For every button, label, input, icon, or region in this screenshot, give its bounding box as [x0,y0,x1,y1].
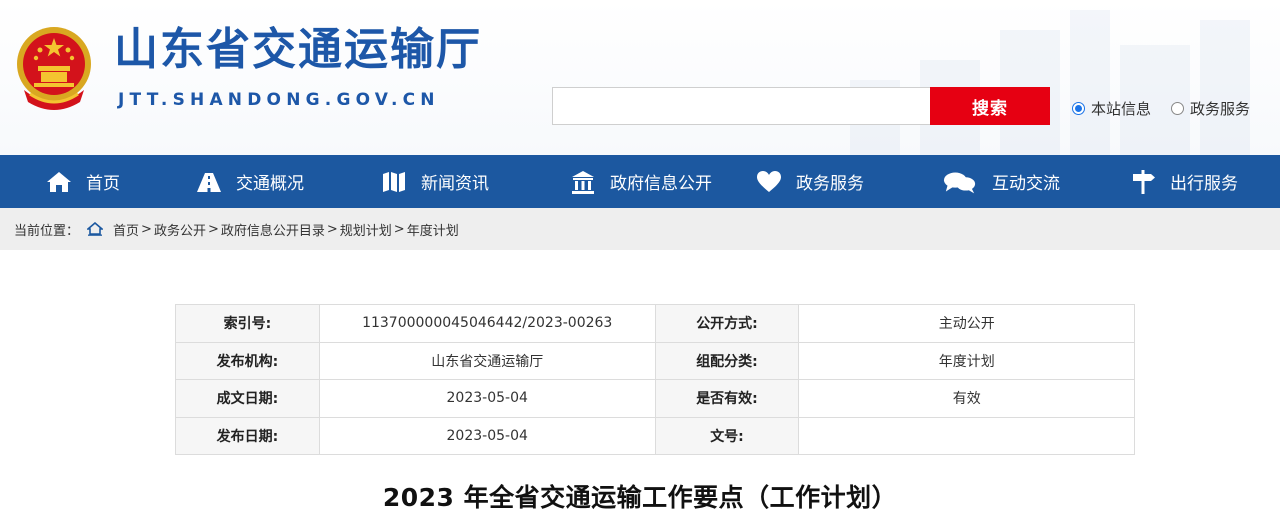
nav-item-home[interactable]: 首页 [46,155,120,208]
nav-label: 新闻资讯 [421,174,489,194]
breadcrumb-separator: > [141,221,152,237]
breadcrumb-separator: > [393,221,405,237]
document-number-label: 文号: [654,416,800,455]
site-header: 山东省交通运输厅 JTT.SHANDONG.GOV.CN 搜索 本站信息 政务服… [0,0,1280,155]
table-row: 成文日期: 2023-05-04 是否有效: 有效 [175,379,1135,418]
nav-label: 政府信息公开 [610,174,712,194]
document-title: 2023 年全省交通运输工作要点（工作计划） [382,483,898,512]
nav-label: 出行服务 [1170,174,1238,194]
category-value: 年度计划 [798,341,1135,380]
disclosure-method-value: 主动公开 [798,304,1135,343]
signpost-icon [1130,169,1156,195]
map-icon [381,169,407,195]
national-emblem-icon [17,27,91,110]
nav-item-travel[interactable]: 出行服务 [1130,155,1238,208]
nav-label: 首页 [86,174,120,194]
home-icon [46,169,72,195]
search-scope-group: 本站信息 政务服务 [1072,98,1250,119]
breadcrumb-item-planning[interactable]: 规划计划 [340,220,392,239]
scope-radio-services[interactable]: 政务服务 [1171,98,1250,119]
table-row: 发布机构: 山东省交通运输厅 组配分类: 年度计划 [175,341,1135,380]
written-date-value: 2023-05-04 [318,379,656,418]
nav-item-traffic-overview[interactable]: 交通概况 [196,155,304,208]
index-number-label: 索引号: [175,304,320,343]
breadcrumb-item-gov-affairs[interactable]: 政务公开 [154,220,206,239]
nav-item-gov-info[interactable]: 政府信息公开 [570,155,712,208]
heart-icon [756,169,782,195]
breadcrumb-item-home[interactable]: 首页 [113,220,139,239]
chat-bubbles-icon [942,169,978,195]
publish-date-label: 发布日期: [175,416,320,455]
index-number-value: 11370000004504644​2/2023-00263 [318,304,656,343]
nav-item-interaction[interactable]: 互动交流 [942,155,1060,208]
breadcrumb-item-info-catalog[interactable]: 政府信息公开目录 [221,220,325,239]
scope-radio-site[interactable]: 本站信息 [1072,98,1151,119]
government-building-icon [570,169,596,195]
breadcrumb-separator: > [207,221,219,237]
written-date-label: 成文日期: [175,379,320,418]
site-title[interactable]: 山东省交通运输厅 [114,28,482,72]
nav-item-gov-services[interactable]: 政务服务 [756,155,864,208]
radio-unchecked-icon[interactable] [1171,102,1185,115]
validity-value: 有效 [798,379,1135,418]
scope-radio-services-label: 政务服务 [1190,100,1251,118]
home-icon[interactable] [87,222,104,236]
table-row: 发布日期: 2023-05-04 文号: [175,416,1135,455]
search-button[interactable]: 搜索 [930,87,1050,125]
radio-checked-icon[interactable] [1072,102,1085,115]
site-domain: JTT.SHANDONG.GOV.CN [118,90,440,110]
scope-radio-site-label: 本站信息 [1091,100,1152,118]
nav-label: 交通概况 [236,174,304,194]
header-decoration [850,10,1250,155]
validity-label: 是否有效: [654,379,800,418]
disclosure-method-label: 公开方式: [654,304,800,343]
road-icon [196,169,222,195]
nav-label: 互动交流 [992,174,1060,194]
table-row: 索引号: 11370000004504644​2/2023-00263 公开方式… [175,304,1135,343]
nav-label: 政务服务 [796,174,864,194]
document-number-value [798,416,1135,455]
main-nav: 首页 交通概况 新闻资讯 政府信息公开 政务服务 互动交流 出行服务 [0,155,1280,208]
publisher-label: 发布机构: [175,341,320,380]
breadcrumb-prefix: 当前位置： [14,223,80,239]
breadcrumb-separator: > [326,221,338,237]
publisher-value: 山东省交通运输厅 [318,341,656,380]
search-input[interactable] [552,87,932,125]
document-info-table: 索引号: 11370000004504644​2/2023-00263 公开方式… [175,304,1135,455]
breadcrumb-item-annual-plan[interactable]: 年度计划 [407,220,459,239]
nav-item-news[interactable]: 新闻资讯 [381,155,489,208]
breadcrumb: 当前位置： 首页 > 政务公开 > 政府信息公开目录 > 规划计划 > 年度计划 [0,208,1280,250]
publish-date-value: 2023-05-04 [318,416,656,455]
category-label: 组配分类: [654,341,800,380]
